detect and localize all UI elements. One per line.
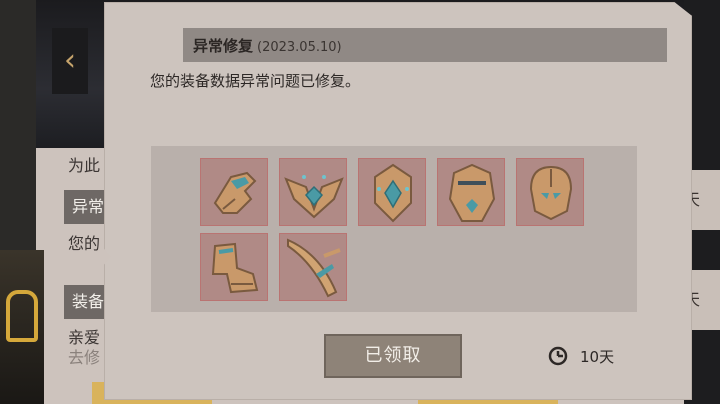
boots-icon <box>211 242 259 294</box>
expire-days-text: 10天 <box>580 347 615 366</box>
reward-item-boots[interactable] <box>200 233 268 301</box>
helmet-icon <box>529 165 573 221</box>
mail-expiry: 10天 <box>548 344 614 368</box>
glove-icon <box>213 171 257 214</box>
gem-crest-icon <box>374 163 412 223</box>
reward-item-chest-armor[interactable] <box>437 158 505 226</box>
background-mail-text: 您的 <box>68 234 101 253</box>
background-mail-text: 为此 <box>68 156 101 175</box>
reward-item-glove[interactable] <box>200 158 268 226</box>
sword-icon <box>287 238 341 298</box>
lock-icon <box>6 290 38 342</box>
claimed-button[interactable]: 已领取 <box>324 334 462 378</box>
banner-prev-arrow-icon[interactable]: ‹ <box>52 28 88 94</box>
reward-item-helmet[interactable] <box>516 158 584 226</box>
mail-message: 您的装备数据异常问题已修复。 <box>150 72 361 90</box>
mail-date: (2023.05.10) <box>257 40 342 55</box>
mail-title: 异常修复 (2023.05.10) <box>193 29 342 63</box>
chest-armor-icon <box>448 163 496 222</box>
clock-icon <box>548 346 568 366</box>
reward-item-gem-crest[interactable] <box>358 158 426 226</box>
character-figure <box>0 250 44 404</box>
reward-area <box>151 146 637 312</box>
reward-item-winged-crest[interactable] <box>279 158 347 226</box>
winged-crest-icon <box>284 175 344 219</box>
reward-item-sword[interactable] <box>279 233 347 301</box>
mail-title-text: 异常修复 <box>193 37 254 55</box>
background-mail-text: 去修 <box>68 348 101 367</box>
